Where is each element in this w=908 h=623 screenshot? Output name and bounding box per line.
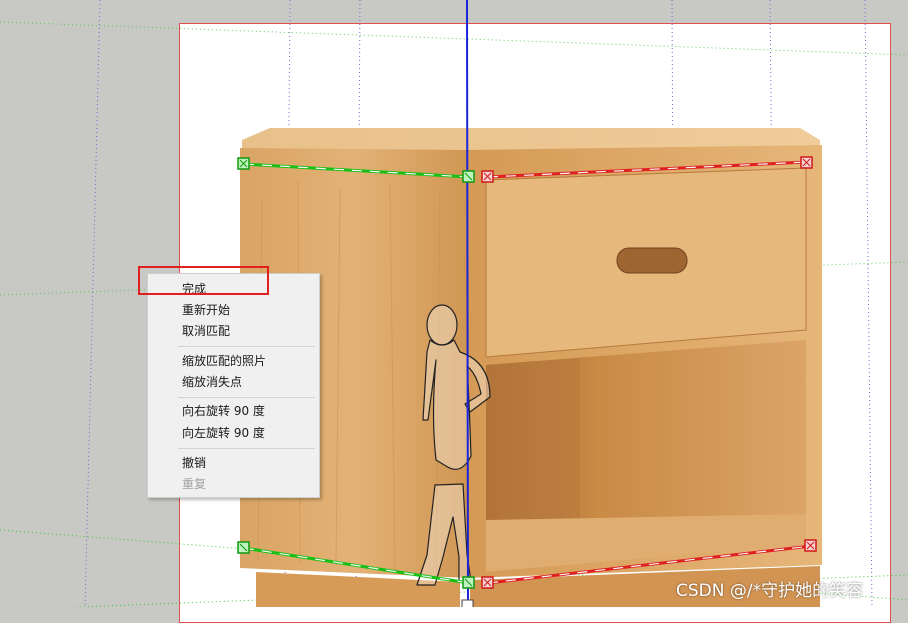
origin-grip-icon[interactable] bbox=[461, 599, 474, 607]
menu-separator bbox=[178, 346, 315, 347]
menu-item-restart[interactable]: 重新开始 bbox=[182, 300, 230, 320]
menu-separator bbox=[178, 448, 315, 449]
watermark-text: CSDN @/*守护她的笑容 bbox=[676, 581, 864, 601]
context-menu: 完成 重新开始 取消匹配 缩放匹配的照片 缩放消失点 向右旋转 90 度 向左旋… bbox=[147, 273, 320, 498]
menu-item-rotate-left-90[interactable]: 向左旋转 90 度 bbox=[182, 423, 265, 443]
menu-item-rotate-right-90[interactable]: 向右旋转 90 度 bbox=[182, 401, 265, 421]
vertical-axis-line[interactable] bbox=[466, 0, 469, 607]
menu-item-done[interactable]: 完成 bbox=[182, 279, 206, 299]
menu-item-zoom-matched-photo[interactable]: 缩放匹配的照片 bbox=[182, 351, 266, 371]
menu-item-cancel-match[interactable]: 取消匹配 bbox=[182, 321, 230, 341]
match-photo-scene[interactable] bbox=[0, 0, 908, 607]
cabinet-photo bbox=[240, 128, 822, 607]
menu-item-undo[interactable]: 撤销 bbox=[182, 453, 206, 473]
sketchup-viewport[interactable] bbox=[0, 0, 908, 623]
menu-item-zoom-vanishing-points[interactable]: 缩放消失点 bbox=[182, 372, 242, 392]
menu-item-redo: 重复 bbox=[182, 477, 207, 491]
menu-separator bbox=[178, 397, 315, 398]
